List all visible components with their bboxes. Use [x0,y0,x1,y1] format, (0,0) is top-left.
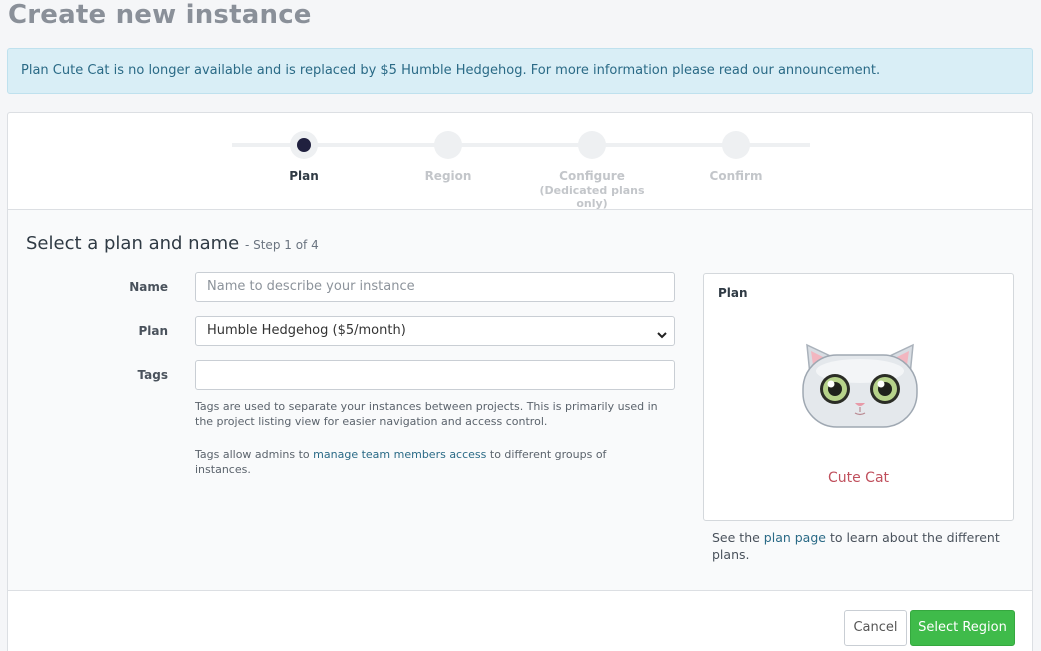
step-confirm: Confirm [666,131,806,183]
plan-page-link[interactable]: plan page [764,530,826,545]
step-label: Region [424,169,472,183]
manage-team-access-link[interactable]: manage team members access [313,448,486,461]
cat-mascot-icon [802,343,918,428]
tags-admin-help: Tags allow admins to manage team members… [195,447,665,477]
page-title: Create new instance [8,0,312,30]
step-counter: - Step 1 of 4 [244,238,319,252]
step-dot-icon [578,131,606,159]
section-heading: Select a plan and name [26,233,240,254]
step-sublabel: (Dedicated plans only) [539,184,645,210]
chevron-down-icon [656,323,668,351]
step-dot-icon [434,131,462,159]
step-dot-icon [290,131,318,159]
notice-text-end: . [875,63,881,78]
step-label: Configure [559,169,625,183]
step-label: Confirm [709,169,763,183]
tags-input[interactable] [195,360,675,390]
section-title: Select a plan and name - Step 1 of 4 [26,233,319,254]
plan-preview: Plan Cute Cat [703,273,1014,521]
name-label: Name [129,280,168,294]
announcement-link[interactable]: announcement [778,63,876,78]
notice-text: Plan Cute Cat is no longer available and… [21,63,778,78]
tags-label: Tags [137,368,168,382]
step-configure: Configure (Dedicated plans only) [522,131,662,210]
plan-page-note: See the plan page to learn about the dif… [712,529,1002,563]
plan-label: Plan [138,324,168,338]
step-label: Plan [289,169,319,183]
create-instance-card: Plan Region Configure (Dedicated plans o… [7,112,1033,651]
help-text: Tags allow admins to [195,448,314,461]
step-plan: Plan [234,131,374,183]
step-region: Region [378,131,518,183]
plan-name: Cute Cat [827,470,890,486]
name-input[interactable]: Name to describe your instance [195,272,675,302]
tags-help: Tags are used to separate your instances… [195,400,658,428]
plan-select-value: Humble Hedgehog ($5/month) [207,323,406,338]
info-notice: Plan Cute Cat is no longer available and… [7,48,1033,94]
note-text: See the [712,530,764,545]
wizard-stepper: Plan Region Configure (Dedicated plans o… [8,113,1032,210]
step-dot-icon [722,131,750,159]
wizard-footer: Cancel Select Region [8,590,1032,651]
select-region-button[interactable]: Select Region [910,610,1015,646]
plan-preview-title: Plan [718,286,748,300]
cancel-button[interactable]: Cancel [844,610,907,646]
plan-select[interactable]: Humble Hedgehog ($5/month) [195,316,675,346]
